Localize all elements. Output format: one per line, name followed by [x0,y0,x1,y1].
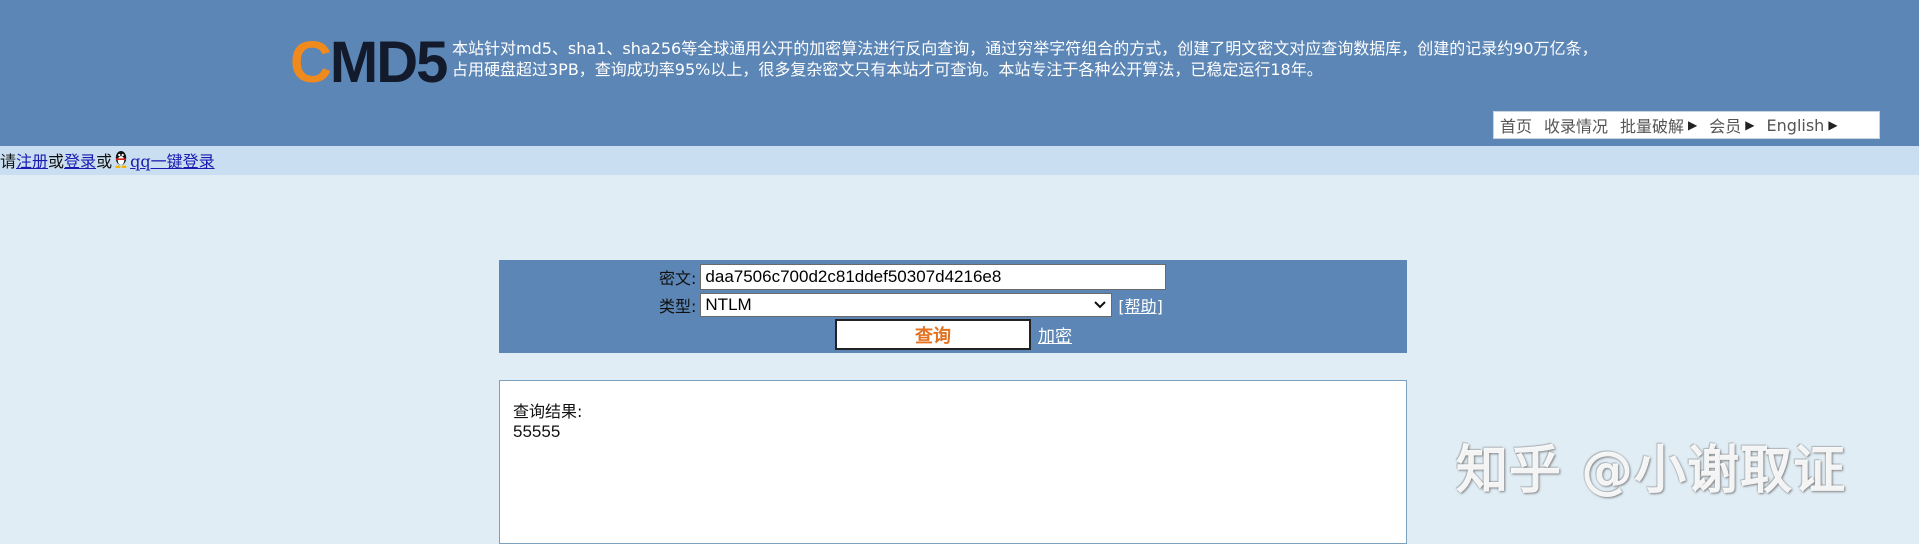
triangle-right-icon: ▶ [1828,118,1838,132]
type-label: 类型: [659,297,697,316]
login-or-1: 或 [48,152,65,171]
nav-home-label: 首页 [1500,117,1533,136]
nav-records[interactable]: 收录情况 [1544,113,1608,137]
intro-line-2: 占用硬盘超过3PB，查询成功率95%以上，很多复杂密文只有本站才可查询。本站专注… [452,60,1323,79]
result-value: 55555 [513,422,561,441]
site-header: CMD5 本站针对md5、sha1、sha256等全球通用公开的加密算法进行反向… [0,0,1919,146]
nav-home[interactable]: 首页 [1500,113,1532,137]
nav-member[interactable]: 会员 ▶ [1709,113,1754,137]
ciphertext-input[interactable]: daa7506c700d2c81ddef50307d4216e8 [700,264,1167,290]
nav-english[interactable]: English ▶ [1767,116,1838,135]
logo-text: MD5 [329,30,448,95]
ciphertext-label: 密文: [659,269,697,288]
type-select[interactable]: NTLM [700,293,1113,317]
query-button[interactable]: 查询 [835,319,1031,350]
nav-english-label: English [1766,115,1825,135]
watermark: 知乎 @小谢取证 [1456,441,1847,501]
logo-letter-c: C [290,30,332,95]
nav-batch[interactable]: 批量破解 ▶ [1620,113,1697,137]
login-bar: 请注册或登录或 qq一键登录 [0,146,1919,175]
nav-member-label: 会员 [1709,117,1742,136]
qq-penguin-icon[interactable] [113,149,129,169]
triangle-right-icon: ▶ [1745,118,1755,132]
cmd5-logo[interactable]: CMD5 [290,30,448,95]
help-link[interactable]: [帮助] [1118,293,1163,317]
triangle-right-icon: ▶ [1688,118,1698,132]
register-link[interactable]: 注册 [16,152,48,171]
result-label: 查询结果: [513,402,583,421]
query-row: 查询 加密 [835,319,1072,350]
encrypt-link[interactable]: 加密 [1038,322,1072,347]
nav-records-label: 收录情况 [1544,117,1609,136]
site-intro: 本站针对md5、sha1、sha256等全球通用公开的加密算法进行反向查询，通过… [452,38,1652,80]
top-nav: 首页 收录情况 批量破解 ▶ 会员 ▶ English ▶ [1493,111,1880,139]
type-select-value: NTLM [705,295,752,314]
result-box: 查询结果: 55555 [499,380,1407,544]
login-or-2: 或 [96,152,113,171]
login-prefix: 请 [0,152,17,171]
query-form-panel: 密文: daa7506c700d2c81ddef50307d4216e8 类型:… [499,260,1407,353]
intro-line-1: 本站针对md5、sha1、sha256等全球通用公开的加密算法进行反向查询，通过… [452,39,1598,58]
ciphertext-row: 密文: daa7506c700d2c81ddef50307d4216e8 [659,264,1167,290]
type-row: 类型: NTLM [帮助] [659,293,1163,317]
qq-login-link[interactable]: qq一键登录 [130,152,215,171]
nav-batch-label: 批量破解 [1620,117,1685,136]
chevron-down-icon [1094,301,1107,309]
login-link[interactable]: 登录 [64,152,96,171]
